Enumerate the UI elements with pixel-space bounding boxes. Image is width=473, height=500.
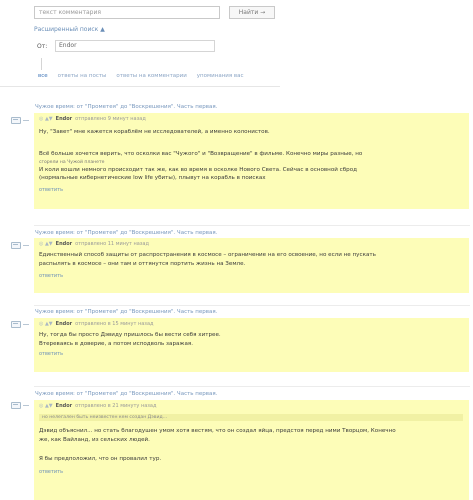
vote-icon[interactable]: ◎ ▲▼ (39, 116, 53, 122)
tabs-underline (0, 86, 280, 87)
comment-text: И коли вошли немного происходит так же, … (39, 167, 358, 173)
comment-text: Всё больше хочется верить, что осколки в… (39, 151, 363, 157)
tab-all[interactable]: все (38, 73, 48, 79)
separator (34, 305, 470, 306)
filter-tabs: все ответы на посты ответы на комментари… (38, 73, 244, 79)
from-label: От: (37, 43, 48, 50)
thread-title-link[interactable]: Чужое время: от "Прометея" до "Воскрешен… (35, 391, 217, 397)
comment-text: Ну, тогда бы просто Дэвиду пришлось бы в… (39, 332, 221, 338)
vote-icon[interactable]: ◎ ▲▼ (39, 241, 53, 247)
comment-text: Дэвид объяснил... но стать благодушен ум… (39, 428, 396, 434)
comment-icon (11, 402, 21, 409)
comment-icon (11, 117, 21, 124)
tab-post-replies[interactable]: ответы на посты (58, 73, 107, 79)
comment-icon (11, 242, 21, 249)
comment-header: ◎ ▲▼ Endor отправлено в 21 минуту назад (39, 403, 156, 409)
separator (34, 386, 470, 387)
comment-card: ◎ ▲▼ Endor отправлено 9 минут назад Ну, … (34, 113, 469, 209)
thread-title-link[interactable]: Чужое время: от "Прометея" до "Воскрешен… (35, 104, 217, 110)
search-button[interactable]: Найти → (229, 6, 275, 19)
comment-author[interactable]: Endor (56, 241, 72, 247)
thread-connector (23, 405, 29, 406)
comment-icon (11, 321, 21, 328)
thread-connector (23, 245, 29, 246)
from-field[interactable]: Endor (55, 40, 215, 52)
thread-title-link[interactable]: Чужое время: от "Прометея" до "Воскрешен… (35, 309, 217, 315)
comment-header: ◎ ▲▼ Endor отправлено 11 минут назад (39, 241, 149, 247)
comment-author[interactable]: Endor (56, 403, 72, 409)
divider (41, 58, 42, 70)
vote-icon[interactable]: ◎ ▲▼ (39, 321, 53, 327)
comment-meta: отправлено 11 минут назад (75, 241, 149, 247)
comment-text: (нормальные кибернетические low life уби… (39, 175, 266, 181)
comment-card: ◎ ▲▼ Endor отправлено 11 минут назад Еди… (34, 238, 469, 293)
comment-meta: отправлено 9 минут назад (75, 116, 146, 122)
comment-text: Втереваясь в доверие, а потом исподволь … (39, 341, 194, 347)
separator (34, 225, 470, 226)
comment-card: ◎ ▲▼ Endor отправлено в 21 минуту назад … (34, 400, 469, 500)
tab-mentions[interactable]: упоминания вас (197, 73, 244, 79)
comment-author[interactable]: Endor (56, 116, 72, 122)
thread-connector (23, 120, 29, 121)
tab-comment-replies[interactable]: ответы на комментарии (116, 73, 186, 79)
quoted-text: но нелегален быть неизвестен кем создан … (39, 414, 463, 421)
comment-author[interactable]: Endor (56, 321, 72, 327)
reply-link[interactable]: ответить (39, 273, 63, 279)
comment-text: же, как Вайланд, из сельских людей. (39, 437, 150, 443)
comment-text: Ну, "Завет" мне кажется кораблём не иссл… (39, 129, 270, 135)
comment-text: сгорели на Чужой планете (39, 160, 105, 165)
comment-text: Единственный способ защиты от распростра… (39, 252, 376, 258)
comment-meta: отправлено в 21 минуту назад (75, 403, 157, 409)
comment-meta: отправлено в 15 минут назад (75, 321, 154, 327)
comment-card: ◎ ▲▼ Endor отправлено в 15 минут назад Н… (34, 318, 469, 372)
advanced-search-link[interactable]: Расширенный поиск ▲ (34, 26, 105, 33)
thread-connector (23, 324, 29, 325)
comment-header: ◎ ▲▼ Endor отправлено в 15 минут назад (39, 321, 154, 327)
reply-link[interactable]: ответить (39, 187, 63, 193)
comment-text: распылять в космосе – они там и оттянутс… (39, 261, 246, 267)
reply-link[interactable]: ответить (39, 469, 63, 475)
search-input[interactable]: текст комментария (34, 6, 220, 19)
comment-header: ◎ ▲▼ Endor отправлено 9 минут назад (39, 116, 146, 122)
comment-text: Я бы предположил, что он провалил тур. (39, 456, 162, 462)
vote-icon[interactable]: ◎ ▲▼ (39, 403, 53, 409)
thread-title-link[interactable]: Чужое время: от "Прометея" до "Воскрешен… (35, 230, 217, 236)
reply-link[interactable]: ответить (39, 351, 63, 357)
